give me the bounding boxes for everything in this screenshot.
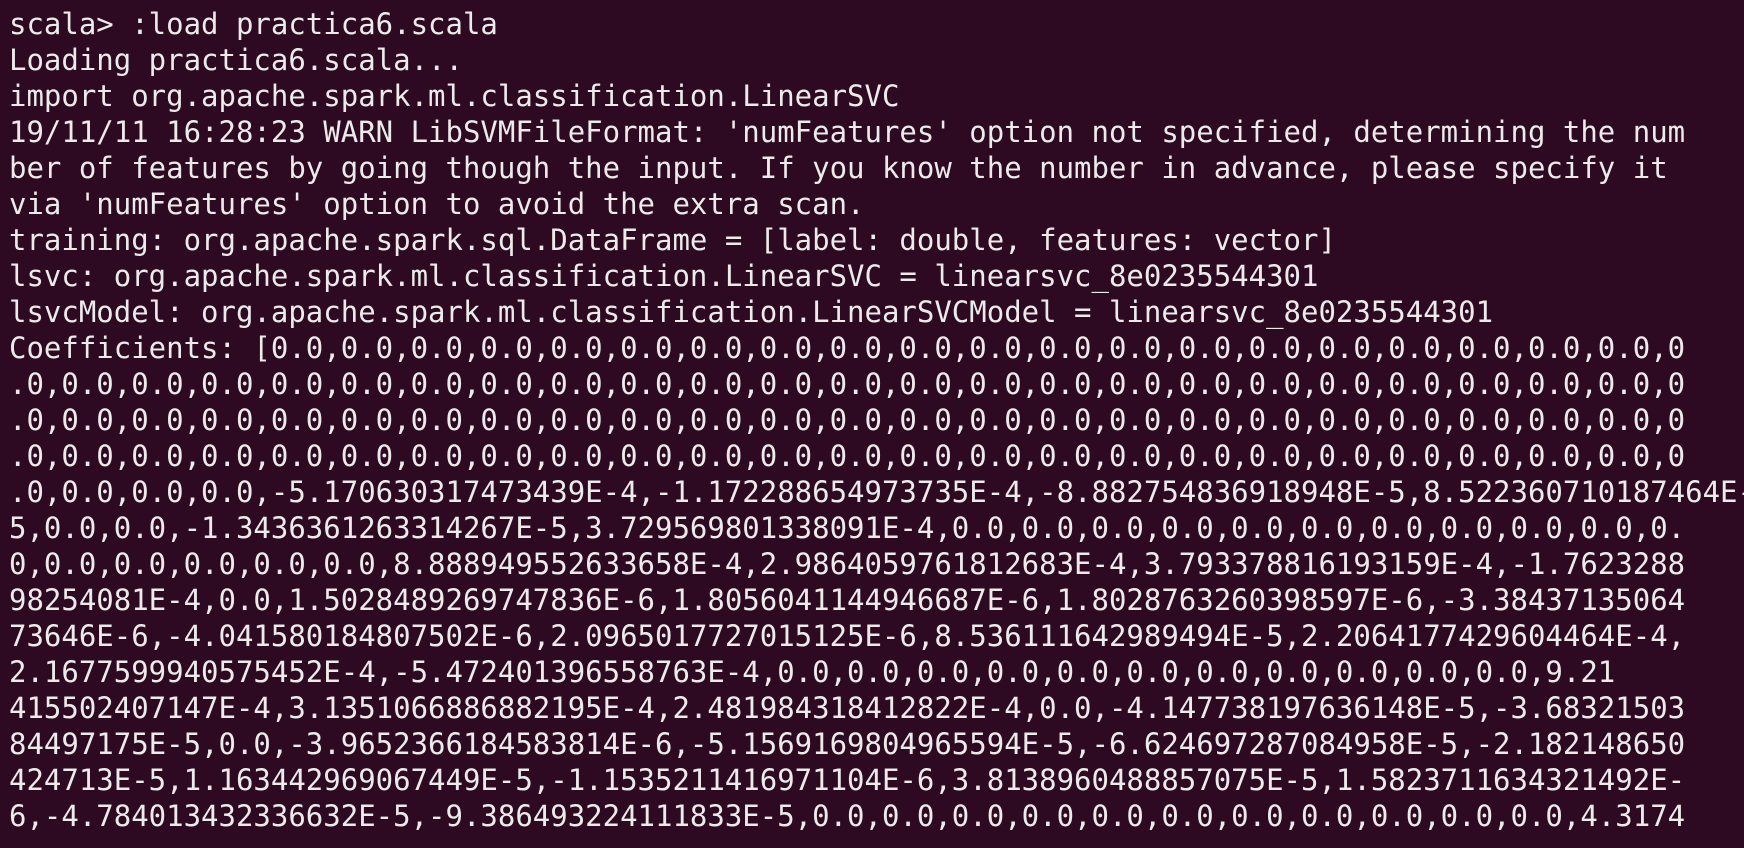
terminal-line-coefficients: Coefficients: [0.0,0.0,0.0,0.0,0.0,0.0,0… <box>9 331 1686 365</box>
terminal-line-import: import org.apache.spark.ml.classificatio… <box>9 79 900 113</box>
terminal-line-coefficients-cont: 84497175E-5,0.0,-3.9652366184583814E-6,-… <box>9 727 1686 761</box>
terminal-line-coefficients-cont: 73646E-6,-4.041580184807502E-6,2.0965017… <box>9 619 1686 653</box>
terminal-line-coefficients-cont: 415502407147E-4,3.1351066886882195E-4,2.… <box>9 691 1686 725</box>
terminal-line-warning-cont: ber of features by going though the inpu… <box>9 151 1668 185</box>
terminal-line-prompt: scala> :load practica6.scala <box>9 7 498 41</box>
terminal-window[interactable]: scala> :load practica6.scala Loading pra… <box>0 0 1744 848</box>
terminal-line-coefficients-cont: .0,0.0,0.0,0.0,0.0,0.0,0.0,0.0,0.0,0.0,0… <box>9 439 1686 473</box>
terminal-line-coefficients-cont: 0,0.0,0.0,0.0,0.0,0.0,8.888949552633658E… <box>9 547 1686 581</box>
terminal-line-coefficients-cont: .0,0.0,0.0,0.0,0.0,0.0,0.0,0.0,0.0,0.0,0… <box>9 367 1686 401</box>
terminal-line-coefficients-cont: 98254081E-4,0.0,1.5028489269747836E-6,1.… <box>9 583 1686 617</box>
terminal-line-warning-cont: via 'numFeatures' option to avoid the ex… <box>9 187 865 221</box>
terminal-line-training: training: org.apache.spark.sql.DataFrame… <box>9 223 1336 257</box>
terminal-line-coefficients-cont: 6,-4.784013432336632E-5,-9.3864932241118… <box>9 799 1686 833</box>
terminal-line-coefficients-cont: 2.1677599940575452E-4,-5.472401396558763… <box>9 655 1616 689</box>
terminal-line-warning: 19/11/11 16:28:23 WARN LibSVMFileFormat:… <box>9 115 1686 149</box>
terminal-line-loading: Loading practica6.scala... <box>9 43 463 77</box>
terminal-line-coefficients-cont: 5,0.0,0.0,-1.3436361263314267E-5,3.72956… <box>9 511 1686 545</box>
terminal-line-coefficients-cont: .0,0.0,0.0,0.0,-5.170630317473439E-4,-1.… <box>9 475 1744 509</box>
terminal-line-coefficients-cont: 424713E-5,1.163442969067449E-5,-1.153521… <box>9 763 1686 797</box>
terminal-line-lsvc: lsvc: org.apache.spark.ml.classification… <box>9 259 1319 293</box>
terminal-line-lsvc-model: lsvcModel: org.apache.spark.ml.classific… <box>9 295 1494 329</box>
terminal-line-coefficients-cont: .0,0.0,0.0,0.0,0.0,0.0,0.0,0.0,0.0,0.0,0… <box>9 403 1686 437</box>
